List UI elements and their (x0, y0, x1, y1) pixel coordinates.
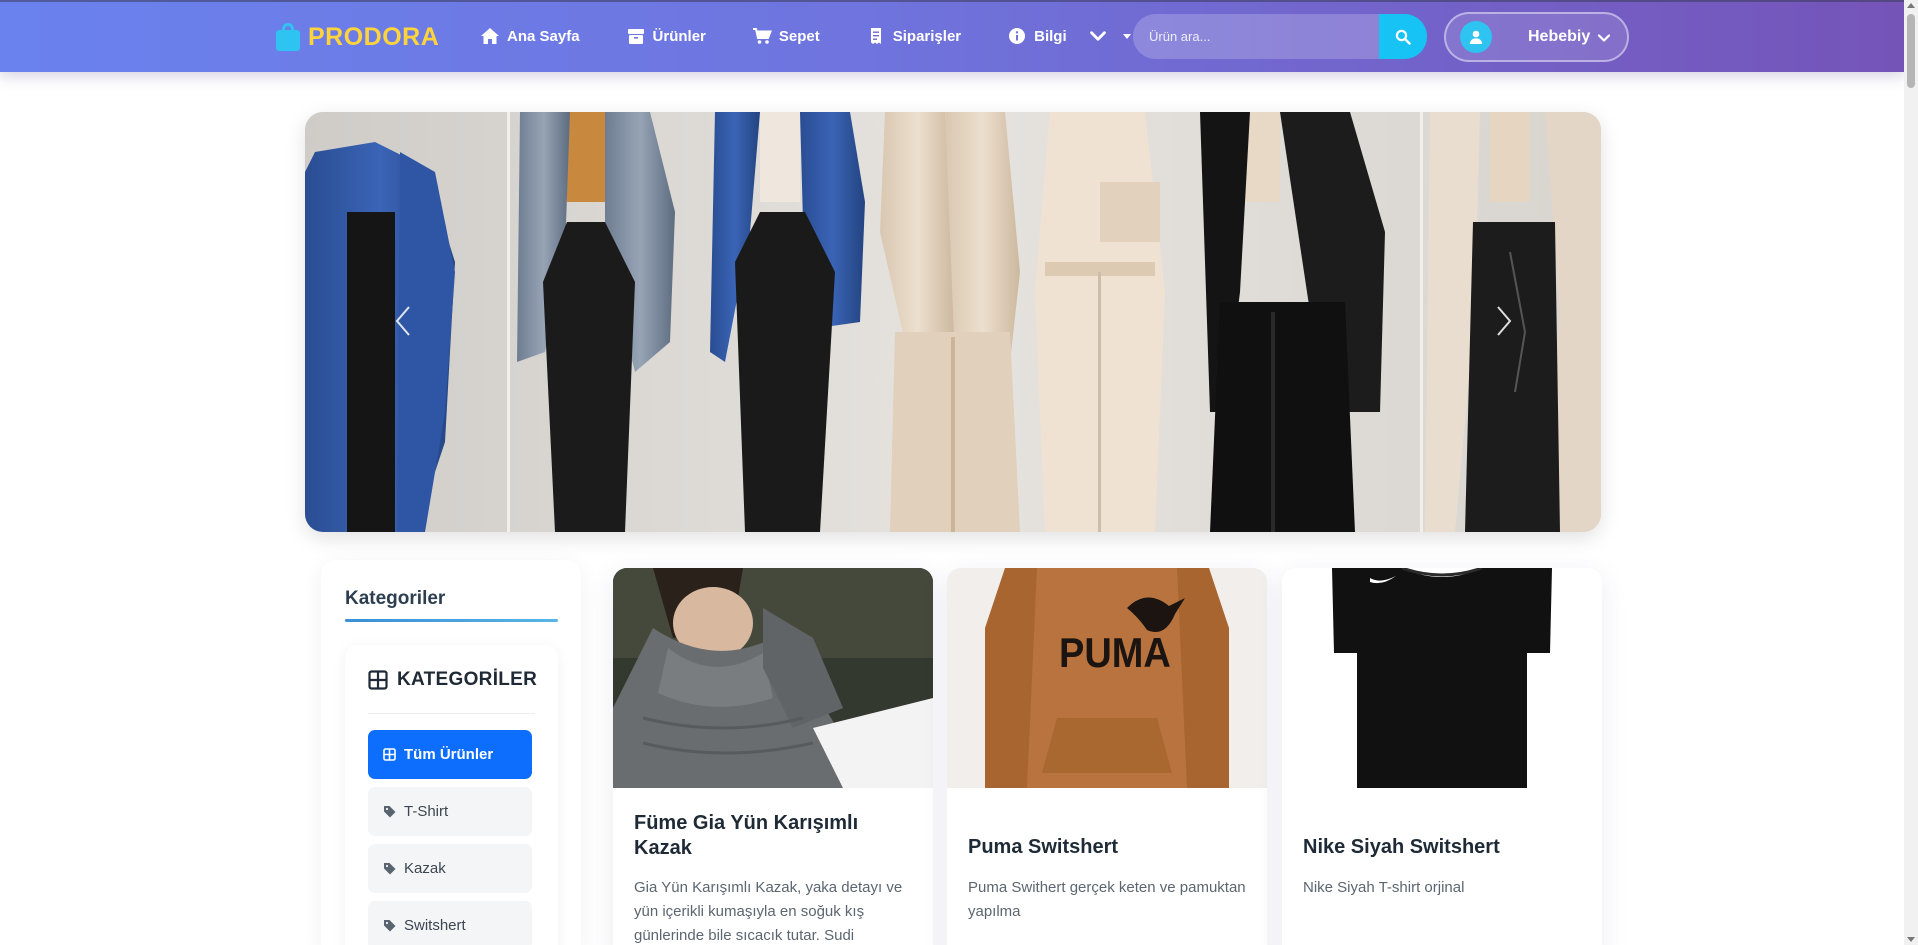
user-menu-button[interactable]: Hebebiy (1444, 12, 1629, 62)
chevron-left-icon (395, 306, 410, 336)
product-title: Puma Switshert (968, 836, 1119, 858)
sidebar-title: Kategoriler (345, 588, 446, 609)
carousel-prev-button[interactable] (383, 296, 423, 346)
brand-logo[interactable]: PRODORA (276, 22, 439, 52)
category-sidebar: Kategoriler KATEGORİLER Tüm Ürünler T-Sh… (321, 560, 581, 945)
divider (368, 713, 535, 714)
page-scrollbar[interactable] (1904, 0, 1918, 945)
user-name: Hebebiy (1528, 28, 1591, 45)
hero-carousel (305, 112, 1601, 532)
product-description: Gia Yün Karışımlı Kazak, yaka detayı ve … (634, 879, 903, 944)
product-description: Nike Siyah T-shirt orjinal (1303, 879, 1465, 896)
category-item-label: Tüm Ürünler (404, 746, 494, 763)
search-bar (1133, 14, 1427, 59)
scroll-up-arrow-icon[interactable] (1907, 3, 1915, 8)
chevron-down-icon (1089, 31, 1106, 41)
shopping-bag-icon (276, 23, 300, 51)
product-image (613, 568, 933, 788)
category-card: KATEGORİLER Tüm Ürünler T-Shirt Kazak Sw… (345, 645, 558, 945)
nav-item-home[interactable]: Ana Sayfa (480, 27, 580, 45)
home-icon (481, 28, 499, 44)
product-card[interactable]: Füme Gia Yün Karışımlı Kazak Gia Yün Kar… (613, 568, 933, 945)
chevron-right-icon (1497, 306, 1512, 336)
scroll-down-arrow-icon[interactable] (1907, 937, 1915, 942)
category-card-title: KATEGORİLER (397, 669, 538, 690)
page: PRODORA Ana Sayfa Ürünler Sepet Siparişl… (0, 0, 1918, 945)
category-item-label: Kazak (404, 860, 446, 877)
search-icon (1395, 29, 1411, 45)
category-item-tshirt[interactable]: T-Shirt (368, 787, 532, 836)
nav-item-orders[interactable]: Siparişler (866, 27, 961, 45)
nav-item-products[interactable]: Ürünler (626, 27, 706, 45)
chevron-down-icon (1597, 34, 1611, 42)
nav-item-label: Ürünler (652, 27, 706, 45)
product-title: Nike Siyah Switshert (1303, 836, 1500, 858)
grid-icon (383, 748, 396, 761)
tshirt-image (1282, 568, 1602, 788)
category-item-all[interactable]: Tüm Ürünler (368, 730, 532, 779)
cart-icon (752, 28, 772, 44)
product-card[interactable]: Nike Siyah Switshert Nike Siyah T-shirt … (1282, 568, 1602, 945)
category-item-switshert[interactable]: Switshert (368, 901, 532, 945)
caret-down-icon (1122, 33, 1131, 39)
category-card-header: KATEGORİLER (368, 669, 537, 691)
avatar (1460, 21, 1492, 53)
sidebar-title-underline (345, 619, 558, 622)
nav-item-label: Ana Sayfa (507, 27, 580, 45)
product-title: Füme Gia Yün Karışımlı Kazak (634, 812, 859, 859)
category-item-label: Switshert (404, 917, 466, 934)
tag-icon (384, 806, 396, 818)
search-button[interactable] (1379, 14, 1427, 59)
category-item-kazak[interactable]: Kazak (368, 844, 532, 893)
box-icon (627, 29, 644, 44)
carousel-next-button[interactable] (1484, 296, 1524, 346)
tag-icon (384, 920, 396, 932)
nav-item-info[interactable]: Bilgi (1007, 27, 1131, 45)
product-image: PUMA (947, 568, 1267, 788)
product-card[interactable]: PUMA Puma Switshert Puma Swithert gerçek… (947, 568, 1267, 945)
receipt-icon (870, 28, 881, 44)
search-input[interactable] (1133, 14, 1379, 59)
product-image (1282, 568, 1602, 788)
hoodie-image: PUMA (947, 568, 1267, 788)
category-item-label: T-Shirt (404, 803, 449, 820)
user-icon (1469, 30, 1483, 44)
brand-name: PRODORA (308, 22, 440, 51)
scrollbar-thumb[interactable] (1907, 14, 1915, 88)
svg-text:PUMA: PUMA (1059, 630, 1171, 676)
nav-item-label: Siparişler (892, 27, 962, 45)
nav-item-cart[interactable]: Sepet (752, 27, 820, 45)
tag-icon (384, 863, 396, 875)
product-description: Puma Swithert gerçek keten ve pamuktan y… (968, 879, 1246, 920)
nav-item-label: Bilgi (1034, 27, 1067, 45)
grid-icon (368, 670, 388, 690)
navbar: PRODORA Ana Sayfa Ürünler Sepet Siparişl… (0, 0, 1904, 72)
info-icon (1009, 28, 1026, 44)
nav-item-label: Sepet (778, 27, 820, 45)
nav-links: Ana Sayfa Ürünler Sepet Siparişler Bilgi (480, 0, 1141, 72)
sweater-image (613, 568, 933, 788)
hero-image (305, 112, 1601, 532)
